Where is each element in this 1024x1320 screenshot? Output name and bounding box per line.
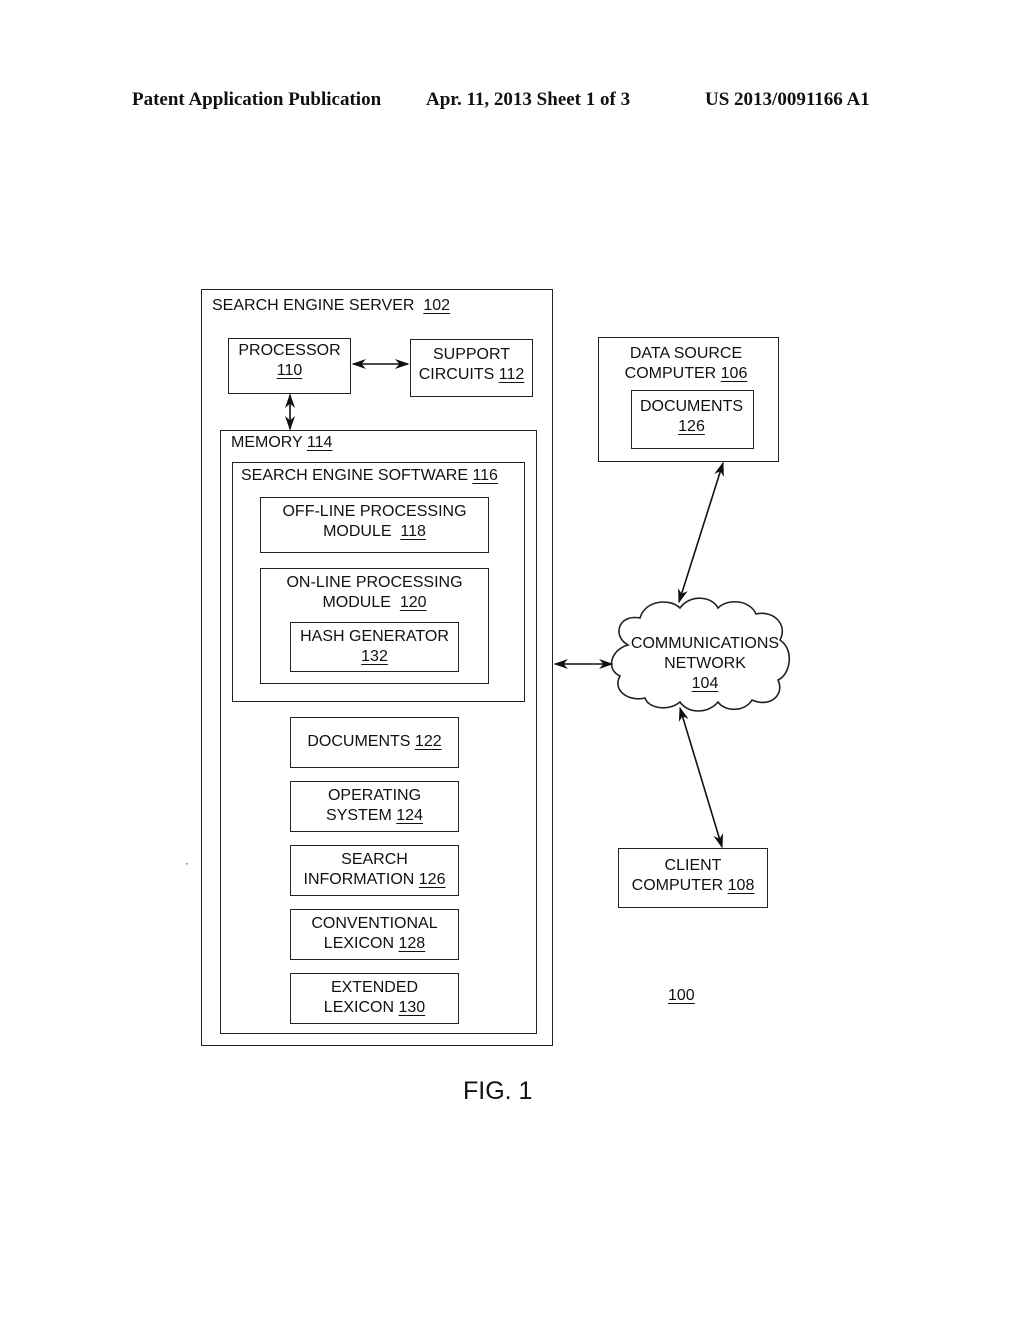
network-ref: 104 — [691, 675, 719, 692]
scan-speck — [186, 863, 188, 865]
network-line2: NETWORK — [664, 655, 746, 672]
system-ref: 100 — [668, 986, 695, 1006]
network-line1: COMMUNICATIONS — [630, 635, 780, 652]
diagram-connectors — [186, 358, 790, 865]
network-client-arrow — [678, 706, 724, 849]
figure-caption: FIG. 1 — [463, 1077, 533, 1105]
datasource-network-arrow — [678, 461, 724, 604]
communications-network-label: COMMUNICATIONS NETWORK 104 — [620, 634, 790, 694]
system-ref-text: 100 — [668, 987, 695, 1004]
